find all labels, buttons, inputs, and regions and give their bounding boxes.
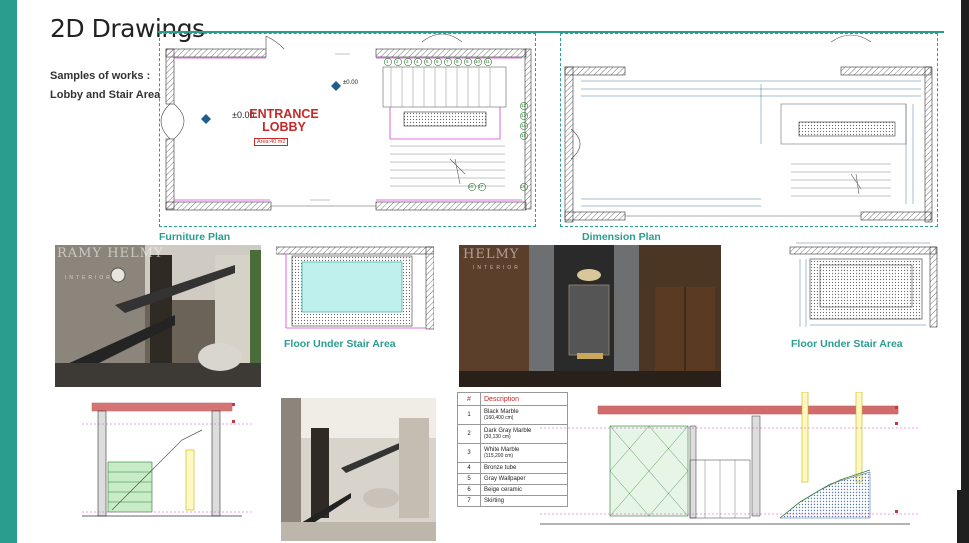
stair-render-photo: RAMY HELMY INTERIOR (55, 245, 261, 387)
watermark-brand-b: HELMY (463, 247, 520, 262)
section-elevation-a (82, 400, 262, 530)
area-tag: Area:40 m2 (254, 138, 289, 146)
table-header-number: # (457, 392, 481, 406)
subtitle-line-2: Lobby and Stair Area (50, 89, 161, 101)
watermark-brand-a: RAMY HELMY (57, 246, 164, 261)
stair-render-photo-2 (281, 398, 436, 541)
furniture-plan-caption: Furniture Plan (159, 231, 231, 243)
right-edge-bar-bottom (957, 490, 969, 543)
level-marker-b: ±0.00 (343, 80, 358, 86)
entrance-render-photo: HELMY INTERIOR (459, 245, 721, 387)
under-stair-caption-a: Floor Under Stair Area (284, 338, 396, 350)
right-edge-bar (961, 0, 969, 490)
subtitle-line-1: Samples of works : (50, 70, 151, 82)
under-stair-plan-b (786, 239, 940, 331)
furniture-plan-frame: ±0.00 ±0.00 ENTRANCE LOBBY Area:40 m2 1 … (159, 33, 536, 227)
section-elevation-b (540, 391, 940, 532)
under-stair-caption-b: Floor Under Stair Area (791, 338, 903, 350)
under-stair-plan-a (275, 244, 435, 332)
watermark-tag-a: INTERIOR (65, 275, 113, 281)
dimension-plan-drawing (564, 34, 933, 223)
room-name-line-2: LOBBY (262, 120, 306, 134)
left-accent-bar (0, 0, 17, 543)
watermark-tag-b: INTERIOR (473, 265, 521, 271)
room-name: ENTRANCE LOBBY (234, 108, 334, 134)
dimension-plan-caption: Dimension Plan (582, 231, 661, 243)
dimension-plan-frame (560, 33, 938, 227)
